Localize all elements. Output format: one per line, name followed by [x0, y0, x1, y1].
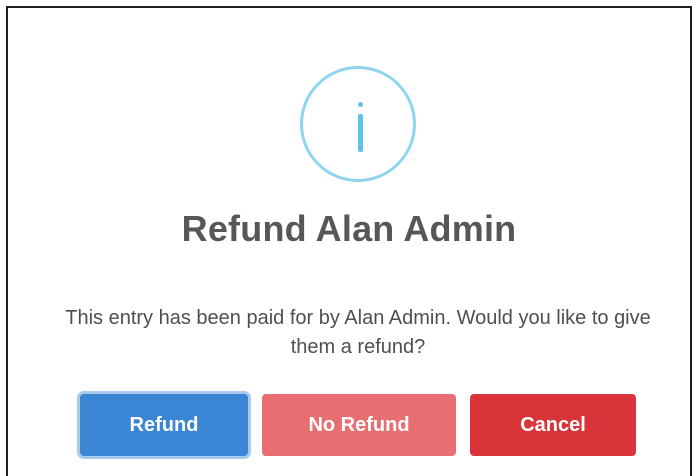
refund-dialog: Refund Alan Admin This entry has been pa… [6, 6, 692, 476]
dialog-title: Refund Alan Admin [181, 208, 517, 249]
info-icon [300, 66, 416, 182]
refund-button[interactable]: Refund [80, 394, 248, 456]
cancel-button[interactable]: Cancel [470, 394, 636, 456]
dialog-message: This entry has been paid for by Alan Adm… [65, 307, 651, 358]
info-icon-dot [358, 102, 363, 107]
info-icon-bar [358, 114, 363, 152]
no-refund-button[interactable]: No Refund [262, 394, 456, 456]
